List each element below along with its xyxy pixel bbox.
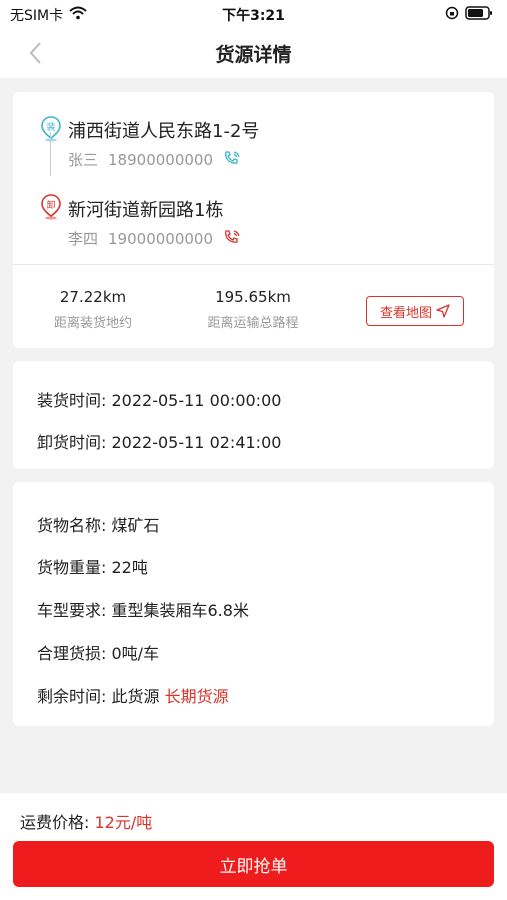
load-time-value: 2022-05-11 00:00:00 bbox=[111, 391, 282, 410]
phone-icon[interactable] bbox=[223, 150, 241, 170]
unload-time-row: 卸货时间: 2022-05-11 02:41:00 bbox=[37, 429, 281, 453]
goods-weight-row: 货物重量: 22吨 bbox=[37, 554, 148, 578]
vehicle-requirement-row: 车型要求: 重型集装厢车6.8米 bbox=[37, 597, 249, 621]
unload-pin-label: 卸 bbox=[46, 199, 55, 211]
freight-price-label: 运费价格: bbox=[20, 813, 90, 832]
freight-price-value: 12元/吨 bbox=[94, 813, 153, 832]
unload-contact-phone: 19000000000 bbox=[108, 229, 213, 248]
unload-address: 新河街道新园路1栋 bbox=[68, 200, 224, 221]
goods-weight-value: 22吨 bbox=[111, 558, 148, 577]
view-map-label: 查看地图 bbox=[379, 305, 432, 321]
distance-to-load: 27.22km 距离装货地约 bbox=[13, 288, 173, 331]
route-connector bbox=[50, 132, 51, 176]
page-title: 货源详情 bbox=[215, 44, 292, 66]
grab-order-button[interactable]: 立即抢单 bbox=[13, 841, 494, 887]
unload-contact: 李四 19000000000 bbox=[68, 228, 241, 249]
load-location-pin-icon: 装 bbox=[41, 116, 61, 142]
status-right bbox=[445, 6, 493, 24]
bottom-bar: 运费价格: 12元/吨 立即抢单 bbox=[0, 793, 507, 900]
load-contact-name: 张三 bbox=[68, 151, 99, 169]
orientation-lock-icon bbox=[445, 6, 459, 24]
unload-contact-name: 李四 bbox=[68, 230, 99, 248]
unload-time-label: 卸货时间: bbox=[37, 433, 107, 452]
status-time: 下午3:21 bbox=[222, 8, 285, 24]
load-time-label: 装货时间: bbox=[37, 391, 107, 410]
load-address: 浦西街道人民东路1-2号 bbox=[68, 121, 260, 142]
load-pin-label: 装 bbox=[46, 121, 55, 133]
cargo-loss-row: 合理货损: 0吨/车 bbox=[37, 640, 159, 664]
freight-price: 运费价格: 12元/吨 bbox=[20, 809, 152, 833]
total-distance: 195.65km 距离运输总路程 bbox=[173, 288, 333, 331]
goods-weight-label: 货物重量: bbox=[37, 558, 107, 577]
route-card: 装 浦西街道人民东路1-2号 张三 18900000000 卸 新河街道新园路1… bbox=[13, 92, 494, 348]
load-time-row: 装货时间: 2022-05-11 00:00:00 bbox=[37, 387, 281, 411]
goods-name-value: 煤矿石 bbox=[111, 516, 160, 535]
remaining-time-label: 剩余时间: bbox=[37, 687, 107, 706]
cargo-loss-label: 合理货损: bbox=[37, 644, 107, 663]
nav-bar: 货源详情 bbox=[0, 28, 507, 78]
time-card: 装货时间: 2022-05-11 00:00:00 卸货时间: 2022-05-… bbox=[13, 361, 494, 469]
unload-location-pin-icon: 卸 bbox=[41, 194, 61, 220]
vehicle-requirement-value: 重型集装厢车6.8米 bbox=[111, 601, 249, 620]
phone-icon[interactable] bbox=[223, 229, 241, 249]
route-divider bbox=[13, 264, 494, 265]
unload-time-value: 2022-05-11 02:41:00 bbox=[111, 433, 282, 452]
vehicle-requirement-label: 车型要求: bbox=[37, 601, 107, 620]
distance-to-load-value: 27.22km bbox=[59, 288, 127, 306]
remaining-time-row: 剩余时间: 此货源 长期货源 bbox=[37, 683, 229, 707]
load-contact-phone: 18900000000 bbox=[108, 150, 213, 169]
total-distance-label: 距离运输总路程 bbox=[207, 316, 299, 331]
goods-name-row: 货物名称: 煤矿石 bbox=[37, 512, 160, 536]
distance-to-load-label: 距离装货地约 bbox=[53, 316, 132, 331]
goods-card: 货物名称: 煤矿石 货物重量: 22吨 车型要求: 重型集装厢车6.8米 合理货… bbox=[13, 482, 494, 726]
remaining-time-prefix: 此货源 bbox=[111, 687, 160, 706]
navigate-arrow-icon bbox=[436, 304, 450, 318]
view-map-button[interactable]: 查看地图 bbox=[366, 296, 464, 326]
remaining-time-value: 长期货源 bbox=[164, 687, 229, 706]
goods-name-label: 货物名称: bbox=[37, 516, 107, 535]
cargo-loss-value: 0吨/车 bbox=[111, 644, 160, 663]
total-distance-value: 195.65km bbox=[215, 288, 291, 306]
status-bar: 无SIM卡 下午3:21 bbox=[0, 0, 507, 28]
battery-icon bbox=[465, 6, 493, 24]
load-contact: 张三 18900000000 bbox=[68, 149, 241, 170]
